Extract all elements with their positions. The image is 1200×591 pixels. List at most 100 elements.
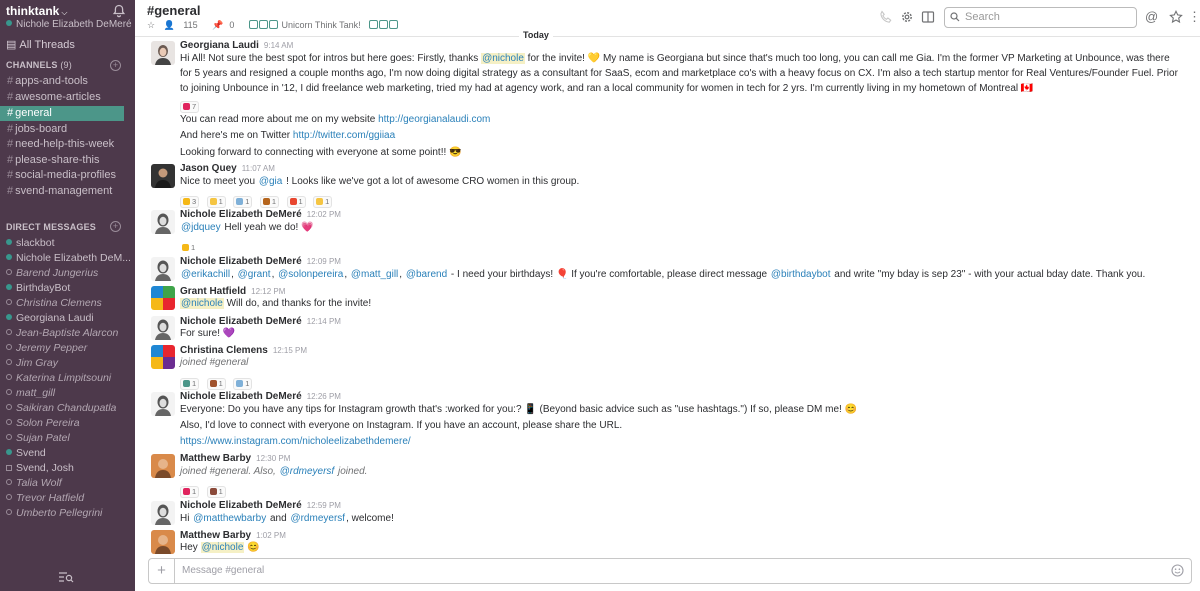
star-icon[interactable]: ☆ — [147, 20, 155, 30]
dm-heading[interactable]: DIRECT MESSAGES — [6, 222, 96, 232]
members-count[interactable]: 👤 115 — [164, 20, 204, 30]
dm-barend[interactable]: Barend Jungerius — [0, 266, 130, 281]
phone-icon[interactable] — [879, 10, 893, 24]
mention[interactable]: @matt_gill — [350, 269, 399, 280]
emoji-icon[interactable] — [1171, 564, 1184, 577]
message-time[interactable]: 12:14 PM — [307, 317, 341, 326]
search-input[interactable]: Search — [944, 7, 1137, 28]
avatar[interactable] — [151, 286, 175, 310]
sidebar-toggle-icon[interactable] — [921, 10, 935, 24]
bell-icon[interactable] — [112, 4, 126, 18]
mention[interactable]: @rdmeyersf — [279, 466, 336, 477]
reaction-raised-hands[interactable]: 3 — [180, 196, 200, 208]
dm-matt-gill[interactable]: matt_gill — [0, 386, 130, 401]
channel-awesome-articles[interactable]: # awesome-articles — [0, 90, 124, 105]
dm-saikiran[interactable]: Saikiran Chandupatla — [0, 401, 130, 416]
message-author[interactable]: Nichole Elizabeth DeMeré 12:59 PM — [180, 500, 341, 511]
gear-icon[interactable] — [900, 10, 914, 24]
all-threads-link[interactable]: ▤ All Threads — [6, 38, 75, 51]
mention[interactable]: @jdquey — [180, 222, 222, 233]
avatar[interactable] — [151, 530, 175, 554]
mention[interactable]: @rdmeyersf — [289, 513, 346, 524]
star-items-icon[interactable] — [1169, 10, 1183, 24]
current-user[interactable]: Nichole Elizabeth DeMeré — [6, 19, 132, 30]
message-time[interactable]: 9:14 AM — [264, 41, 293, 50]
mention[interactable]: @birthdaybot — [770, 269, 832, 280]
avatar[interactable] — [151, 257, 175, 281]
mentions-icon[interactable]: @ — [1145, 9, 1159, 24]
dm-svend[interactable]: Svend — [0, 446, 130, 461]
message-author[interactable]: Nichole Elizabeth DeMeré 12:02 PM — [180, 209, 341, 220]
dm-birthdaybot[interactable]: BirthdayBot — [0, 281, 130, 296]
avatar[interactable] — [151, 501, 175, 525]
mention[interactable]: @matthewbarby — [192, 513, 267, 524]
reaction-custom[interactable]: 1 — [206, 486, 226, 498]
mention[interactable]: @solonpereira — [277, 269, 344, 280]
message-composer[interactable]: + Message #general — [148, 558, 1192, 584]
channel-social-media-profiles[interactable]: # social-media-profiles — [0, 168, 124, 183]
channel-general[interactable]: # general — [0, 106, 124, 121]
message-author[interactable]: Matthew Barby 12:30 PM — [180, 453, 290, 464]
message-author[interactable]: Nichole Elizabeth DeMeré 12:09 PM — [180, 256, 341, 267]
mention[interactable]: @nichole — [481, 53, 525, 64]
message-time[interactable]: 12:02 PM — [307, 210, 341, 219]
message-author[interactable]: Georgiana Laudi 9:14 AM — [180, 40, 293, 51]
avatar[interactable] — [151, 345, 175, 369]
team-menu[interactable]: thinktank ⌵ — [6, 4, 67, 18]
message-input[interactable]: Message #general — [182, 565, 264, 576]
message-time[interactable]: 12:15 PM — [273, 346, 307, 355]
twitter-link[interactable]: http://twitter.com/ggiiaa — [293, 130, 395, 141]
message-list[interactable]: Georgiana Laudi 9:14 AM Hi All! Not sure … — [135, 37, 1200, 557]
avatar[interactable] — [151, 454, 175, 478]
mention[interactable]: @barend — [405, 269, 448, 280]
reaction-fire[interactable]: 1 — [286, 196, 306, 208]
message-time[interactable]: 12:12 PM — [251, 287, 285, 296]
dm-svend-josh[interactable]: Svend, Josh — [0, 461, 130, 476]
reaction-custom[interactable]: 1 — [233, 196, 253, 208]
channels-heading[interactable]: CHANNELS (9) — [6, 60, 72, 70]
more-icon[interactable]: ⋮ — [1188, 9, 1200, 24]
reaction-custom[interactable]: 1 — [180, 378, 200, 390]
channel-title[interactable]: #general — [147, 3, 200, 18]
reaction-raised-hands[interactable]: 1 — [180, 243, 197, 255]
reaction-custom[interactable]: 1 — [206, 378, 226, 390]
mention[interactable]: @nichole — [200, 542, 245, 553]
avatar[interactable] — [151, 316, 175, 340]
quick-switcher-icon[interactable] — [58, 571, 74, 583]
dm-jean-baptiste[interactable]: Jean-Baptiste Alarcon — [0, 326, 130, 341]
avatar[interactable] — [151, 164, 175, 188]
attach-button[interactable]: + — [149, 559, 175, 583]
message-time[interactable]: 1:02 PM — [256, 531, 286, 540]
message-time[interactable]: 12:09 PM — [307, 257, 341, 266]
reaction-hand[interactable]: 1 — [206, 196, 226, 208]
dm-umberto[interactable]: Umberto Pellegrini — [0, 506, 130, 521]
channel-apps-and-tools[interactable]: # apps-and-tools — [0, 74, 124, 89]
dm-solon[interactable]: Solon Pereira — [0, 416, 130, 431]
channel-jobs-board[interactable]: # jobs-board — [0, 122, 124, 137]
dm-sujan[interactable]: Sujan Patel — [0, 431, 130, 446]
dm-slackbot[interactable]: slackbot — [0, 236, 130, 251]
avatar[interactable] — [151, 392, 175, 416]
channel-need-help-this-week[interactable]: # need-help-this-week — [0, 137, 124, 152]
message-author[interactable]: Nichole Elizabeth DeMeré 12:26 PM — [180, 391, 341, 402]
avatar[interactable] — [151, 41, 175, 65]
message-time[interactable]: 11:07 AM — [242, 164, 275, 173]
topic[interactable]: Unicorn Think Tank! — [248, 20, 399, 30]
dm-jeremy[interactable]: Jeremy Pepper — [0, 341, 130, 356]
avatar[interactable] — [151, 210, 175, 234]
channel-please-share-this[interactable]: # please-share-this — [0, 153, 124, 168]
message-time[interactable]: 12:59 PM — [307, 501, 341, 510]
dm-nichole[interactable]: Nichole Elizabeth DeM... — [0, 251, 130, 266]
mention[interactable]: @erikachill — [180, 269, 231, 280]
mention[interactable]: @gia — [258, 176, 284, 187]
mention[interactable]: @nichole — [180, 298, 224, 309]
dm-talia[interactable]: Talia Wolf — [0, 476, 130, 491]
dm-katerina[interactable]: Katerina Limpitsouni — [0, 371, 130, 386]
instagram-link[interactable]: https://www.instagram.com/nicholeelizabe… — [180, 436, 411, 447]
add-dm-icon[interactable]: + — [110, 221, 121, 232]
channel-svend-management[interactable]: # svend-management — [0, 184, 124, 199]
reaction-cookie[interactable]: 1 — [259, 196, 280, 208]
dm-christina[interactable]: Christina Clemens — [0, 296, 130, 311]
website-link[interactable]: http://georgianalaudi.com — [378, 114, 490, 125]
dm-georgiana[interactable]: Georgiana Laudi — [0, 311, 130, 326]
